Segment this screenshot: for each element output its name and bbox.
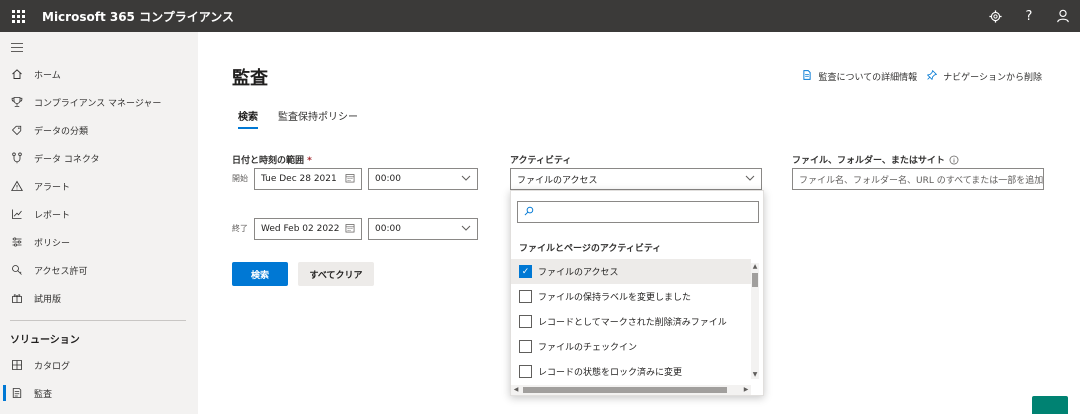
chevron-down-icon <box>461 174 471 184</box>
app-title[interactable]: Microsoft 365 コンプライアンス <box>42 8 234 25</box>
sidebar-item-label: アラート <box>34 182 71 193</box>
main-content: 監査 監査についての詳細情報 ナビゲーションから削除 検索 監査保持ポリシー 日… <box>198 32 1080 414</box>
calendar-icon[interactable] <box>345 173 355 186</box>
activity-group-title: ファイルとページのアクティビティ <box>519 244 662 254</box>
top-bar: Microsoft 365 コンプライアンス ? <box>0 0 1080 32</box>
sidebar-divider <box>10 320 186 321</box>
sidebar-item-catalog[interactable]: カタログ <box>0 351 198 379</box>
trial-icon <box>10 291 24 305</box>
checkbox[interactable] <box>519 365 532 378</box>
scroll-thumb[interactable] <box>752 273 758 287</box>
sidebar-item-label: レポート <box>34 210 71 221</box>
start-time-select[interactable]: 00:00 <box>368 168 478 190</box>
activities-dropdown: ファイルとページのアクティビティ ✓ ファイルのアクセス ファイルの保持ラベルを… <box>510 190 764 396</box>
required-mark: * <box>307 156 312 166</box>
activity-option[interactable]: ✓ ファイルのアクセス <box>511 259 751 284</box>
tab-retention-policies[interactable]: 監査保持ポリシー <box>278 108 358 129</box>
tab-search[interactable]: 検索 <box>238 108 258 129</box>
clear-all-button[interactable]: すべてクリア <box>298 262 374 286</box>
checkbox[interactable] <box>519 340 532 353</box>
sidebar-item-policies[interactable]: ポリシー <box>0 228 198 256</box>
chevron-down-icon <box>461 224 471 234</box>
activity-option-list: ✓ ファイルのアクセス ファイルの保持ラベルを変更しました レコードとしてマーク… <box>511 259 751 384</box>
calendar-icon[interactable] <box>345 223 355 236</box>
activity-option[interactable]: レコードとしてマークされた削除済みファイル <box>511 309 751 334</box>
search-button[interactable]: 検索 <box>232 262 288 286</box>
chevron-down-icon <box>745 174 755 184</box>
help-fab-button[interactable] <box>1032 396 1068 414</box>
sidebar-item-label: アクセス許可 <box>34 266 88 277</box>
sidebar-item-label: 監査 <box>34 389 53 400</box>
user-icon[interactable] <box>1046 0 1080 32</box>
learn-more-link[interactable]: 監査についての詳細情報 <box>802 70 917 83</box>
sidebar-item-trials[interactable]: 試用版 <box>0 284 198 312</box>
home-icon <box>10 67 24 81</box>
sidebar-section-title: ソリューション <box>10 334 80 346</box>
scroll-left-icon[interactable]: ◀ <box>511 385 521 395</box>
sidebar-item-label: ホーム <box>34 70 61 81</box>
sidebar-item-reports[interactable]: レポート <box>0 200 198 228</box>
end-date-input[interactable]: Wed Feb 02 2022 <box>254 218 362 240</box>
tag-icon <box>10 123 24 137</box>
sidebar-item-label: ポリシー <box>34 238 71 249</box>
checkbox[interactable] <box>519 315 532 328</box>
sidebar-item-audit[interactable]: 監査 <box>0 379 198 407</box>
horizontal-scrollbar[interactable]: ◀ ▶ <box>511 385 751 395</box>
sidebar: ホーム コンプライアンス マネージャー データの分類 データ コネクタ アラート <box>0 32 198 414</box>
end-time-select[interactable]: 00:00 <box>368 218 478 240</box>
waffle-icon[interactable] <box>2 0 34 32</box>
file-filter-input[interactable]: ファイル名、フォルダー名、URL のすべてまたは一部を追加 <box>792 168 1044 190</box>
alert-icon <box>10 179 24 193</box>
audit-icon <box>10 386 24 400</box>
sidebar-item-home[interactable]: ホーム <box>0 60 198 88</box>
header-links: 監査についての詳細情報 ナビゲーションから削除 <box>792 69 1042 83</box>
activity-option[interactable]: レコードの状態をロック済みに変更 <box>511 359 751 384</box>
sidebar-item-data-connectors[interactable]: データ コネクタ <box>0 144 198 172</box>
sidebar-nav: ホーム コンプライアンス マネージャー データの分類 データ コネクタ アラート <box>0 60 198 407</box>
activity-search-input[interactable] <box>517 201 759 223</box>
help-icon[interactable]: ? <box>1012 0 1046 32</box>
activity-option[interactable]: ファイルのチェックイン <box>511 334 751 359</box>
connector-icon <box>10 151 24 165</box>
activities-select[interactable]: ファイルのアクセス <box>510 168 762 190</box>
sidebar-item-label: データ コネクタ <box>34 154 100 165</box>
start-date-input[interactable]: Tue Dec 28 2021 <box>254 168 362 190</box>
sidebar-item-compliance-manager[interactable]: コンプライアンス マネージャー <box>0 88 198 116</box>
sidebar-item-label: カタログ <box>34 361 71 372</box>
unpin-icon <box>927 69 938 83</box>
end-label: 終了 <box>232 224 248 233</box>
tab-bar: 検索 監査保持ポリシー <box>238 108 378 129</box>
sidebar-item-label: コンプライアンス マネージャー <box>34 98 162 109</box>
checkbox-checked[interactable]: ✓ <box>519 265 532 278</box>
key-icon <box>10 263 24 277</box>
start-label: 開始 <box>232 174 248 183</box>
document-icon <box>802 70 812 83</box>
file-filter-label: ファイル、フォルダー、またはサイト <box>792 153 959 166</box>
sidebar-item-data-classification[interactable]: データの分類 <box>0 116 198 144</box>
date-range-label: 日付と時刻の範囲 * <box>232 156 312 166</box>
scroll-up-icon[interactable]: ▲ <box>751 263 759 271</box>
search-icon <box>524 206 534 219</box>
policy-icon <box>10 235 24 249</box>
gear-icon[interactable] <box>978 0 1012 32</box>
activities-label: アクティビティ <box>510 156 572 166</box>
scroll-right-icon[interactable]: ▶ <box>741 385 751 395</box>
sidebar-item-permissions[interactable]: アクセス許可 <box>0 256 198 284</box>
chart-icon <box>10 207 24 221</box>
remove-from-nav-link[interactable]: ナビゲーションから削除 <box>927 69 1042 83</box>
trophy-icon <box>10 95 24 109</box>
scroll-thumb[interactable] <box>523 387 727 393</box>
hamburger-icon[interactable] <box>11 43 23 55</box>
sidebar-item-alerts[interactable]: アラート <box>0 172 198 200</box>
vertical-scrollbar[interactable]: ▲ ▼ <box>751 263 759 379</box>
sidebar-item-label: データの分類 <box>34 126 89 137</box>
sidebar-item-label: 試用版 <box>34 294 62 305</box>
scroll-down-icon[interactable]: ▼ <box>751 371 759 379</box>
page-title: 監査 <box>232 68 268 89</box>
checkbox[interactable] <box>519 290 532 303</box>
info-icon[interactable] <box>949 155 959 165</box>
catalog-icon <box>10 358 24 372</box>
activity-option[interactable]: ファイルの保持ラベルを変更しました <box>511 284 751 309</box>
